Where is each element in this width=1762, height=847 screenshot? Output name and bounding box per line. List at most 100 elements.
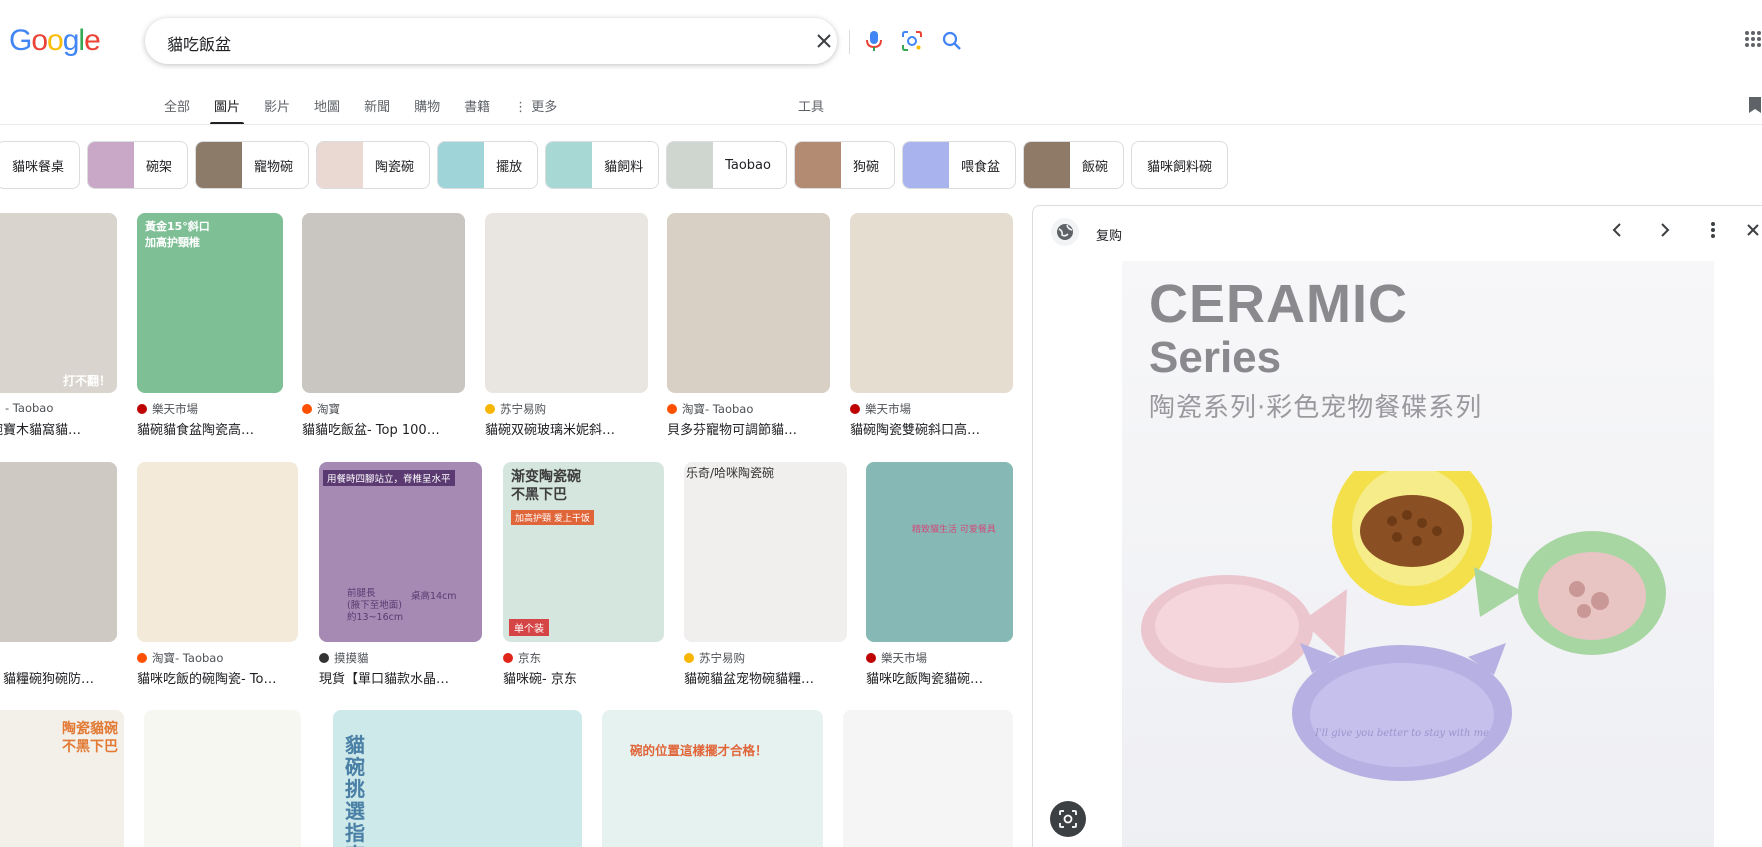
bookmark-icon[interactable] xyxy=(1748,96,1762,118)
result-thumbnail[interactable]: 打不翻！ xyxy=(0,213,117,393)
result-source[interactable]: 苏宁易购 xyxy=(485,401,546,417)
chip-label: 喂食盆 xyxy=(961,159,1001,175)
result-title[interactable]: 碗寶木貓窩貓… xyxy=(0,419,127,438)
result-source[interactable]: 京东 xyxy=(503,650,541,666)
result-source-name: 京东 xyxy=(518,651,541,665)
result-thumbnail[interactable]: 精致貓生活 可爱餐具 xyxy=(866,462,1013,642)
tab-3[interactable]: 地圖 xyxy=(314,94,340,124)
result-source[interactable] xyxy=(0,650,5,660)
result-title[interactable]: 貝多芬寵物可調節貓… xyxy=(667,419,840,438)
chip-thumbnail xyxy=(196,142,243,188)
yellow-flower-plate xyxy=(1332,471,1492,606)
chip-6[interactable]: Taobao xyxy=(666,141,787,189)
chip-8[interactable]: 喂食盆 xyxy=(902,141,1017,189)
preview-subhead: Series xyxy=(1149,333,1282,382)
result-source[interactable]: - Taobao xyxy=(0,401,53,415)
chip-2[interactable]: 寵物碗 xyxy=(195,141,310,189)
image-overlay-text: 加高护頸 爱上干饭 xyxy=(511,510,594,525)
result-thumbnail[interactable] xyxy=(843,710,1013,847)
chip-label: 貓咪飼料碗 xyxy=(1147,159,1213,175)
logo-letter: o xyxy=(47,24,64,57)
tab-7[interactable]: ⋮ 更多 xyxy=(514,94,557,124)
chip-10[interactable]: 貓咪飼料碗 xyxy=(1131,141,1229,189)
tab-0[interactable]: 全部 xyxy=(164,94,190,124)
preview-site-name[interactable]: 复购 xyxy=(1096,225,1122,244)
tab-2[interactable]: 影片 xyxy=(264,94,290,124)
result-title[interactable]: 】貓糧碗狗碗防… xyxy=(0,668,127,687)
result-thumbnail[interactable] xyxy=(302,213,465,393)
preview-headline: CERAMIC xyxy=(1149,274,1408,334)
chip-9[interactable]: 飯碗 xyxy=(1023,141,1125,189)
more-vert-icon[interactable] xyxy=(1701,218,1725,242)
chip-label: 陶瓷碗 xyxy=(375,159,415,175)
search-input[interactable]: 貓吃飯盆 xyxy=(167,31,231,55)
result-title[interactable]: 貓貓吃飯盆- Top 100… xyxy=(302,419,475,438)
result-thumbnail[interactable]: 貓碗挑選指南 xyxy=(333,710,582,847)
preview-image[interactable]: CERAMIC Series 陶瓷系列·彩色宠物餐碟系列 I'll give y… xyxy=(1122,261,1714,847)
result-source[interactable]: 淘寶- Taobao xyxy=(667,401,753,417)
result-thumbnail[interactable] xyxy=(137,462,298,642)
logo-letter: o xyxy=(31,24,48,57)
chip-thumbnail xyxy=(546,142,593,188)
tab-4[interactable]: 新聞 xyxy=(364,94,390,124)
site-favicon-icon xyxy=(319,653,329,663)
microphone-icon[interactable] xyxy=(861,28,887,54)
result-thumbnail[interactable]: 陶瓷貓碗 不黑下巴 xyxy=(0,710,124,847)
site-favicon-icon xyxy=(684,653,694,663)
chip-1[interactable]: 碗架 xyxy=(87,141,189,189)
result-source-name: 苏宁易购 xyxy=(500,402,546,416)
result-thumbnail[interactable]: 碗的位置這樣擺才合格！ xyxy=(602,710,823,847)
result-source[interactable]: 淘寶- Taobao xyxy=(137,650,223,666)
result-thumbnail[interactable] xyxy=(850,213,1013,393)
result-thumbnail[interactable] xyxy=(0,462,117,642)
close-icon[interactable] xyxy=(811,28,837,54)
chip-5[interactable]: 貓飼料 xyxy=(545,141,660,189)
camera-lens-icon[interactable] xyxy=(899,28,925,54)
result-title[interactable]: 貓咪吃飯的碗陶瓷- To… xyxy=(137,668,308,687)
chip-3[interactable]: 陶瓷碗 xyxy=(316,141,431,189)
lens-search-icon[interactable] xyxy=(1050,801,1086,837)
result-thumbnail[interactable]: 乐奇/哈咪陶瓷碗 xyxy=(684,462,847,642)
result-source-name: 淘寶- Taobao xyxy=(682,402,754,416)
tools-button[interactable]: 工具 xyxy=(798,96,824,115)
result-thumbnail[interactable]: 渐变陶瓷碗 不黑下巴 加高护頸 爱上干饭 单个装 xyxy=(503,462,664,642)
result-source[interactable]: 樂天市場 xyxy=(850,401,911,417)
image-overlay-text: 桌高14cm xyxy=(411,591,457,602)
result-source[interactable]: 淘寶 xyxy=(302,401,340,417)
result-thumbnail[interactable] xyxy=(485,213,648,393)
result-source[interactable]: 樂天市場 xyxy=(137,401,198,417)
result-thumbnail[interactable] xyxy=(144,710,301,847)
green-fish-plate xyxy=(1474,531,1666,655)
chip-0[interactable]: 貓咪餐桌 xyxy=(0,141,81,189)
result-source[interactable]: 樂天市場 xyxy=(866,650,927,666)
chip-4[interactable]: 擺放 xyxy=(437,141,539,189)
result-title[interactable]: 貓咪碗- 京东 xyxy=(503,668,674,687)
tab-1[interactable]: 圖片 xyxy=(210,94,245,125)
chevron-left-icon[interactable] xyxy=(1605,218,1629,242)
result-title[interactable]: 貓碗貓盆宠物碗貓糧… xyxy=(684,668,857,687)
result-source[interactable]: 苏宁易购 xyxy=(684,650,745,666)
apps-grid-icon[interactable] xyxy=(1744,30,1762,52)
close-icon[interactable] xyxy=(1741,218,1762,242)
globe-icon xyxy=(1051,218,1079,246)
image-overlay-text: 碗的位置這樣擺才合格！ xyxy=(630,743,768,758)
result-thumbnail[interactable] xyxy=(667,213,830,393)
google-logo[interactable]: Google xyxy=(9,24,101,58)
result-thumbnail[interactable]: 黃金15°斜口 加高护頸椎 xyxy=(137,213,283,393)
site-favicon-icon xyxy=(850,404,860,414)
chip-7[interactable]: 狗碗 xyxy=(793,141,895,189)
result-title[interactable]: 貓碗貓食盆陶瓷高… xyxy=(137,419,293,438)
chip-thumbnail xyxy=(317,142,364,188)
result-title[interactable]: 貓咪吃飯陶瓷貓碗… xyxy=(866,668,1023,687)
chip-thumbnail xyxy=(438,142,485,188)
tab-6[interactable]: 書籍 xyxy=(464,94,490,124)
result-title[interactable]: 現貨【單口貓款水晶… xyxy=(319,668,492,687)
tab-5[interactable]: 購物 xyxy=(414,94,440,124)
search-box[interactable]: 貓吃飯盆 xyxy=(145,18,961,64)
search-icon[interactable] xyxy=(939,28,965,54)
result-source[interactable]: 摸摸貓 xyxy=(319,650,369,666)
result-title[interactable]: 貓碗陶瓷雙碗斜口高… xyxy=(850,419,1023,438)
result-title[interactable]: 貓碗双碗玻璃米妮斜… xyxy=(485,419,658,438)
result-thumbnail[interactable]: 用餐時四腳站立，脊椎呈水平 前腿長 (腋下至地面) 約13~16cm 桌高14cm xyxy=(319,462,482,642)
chevron-right-icon[interactable] xyxy=(1653,218,1677,242)
